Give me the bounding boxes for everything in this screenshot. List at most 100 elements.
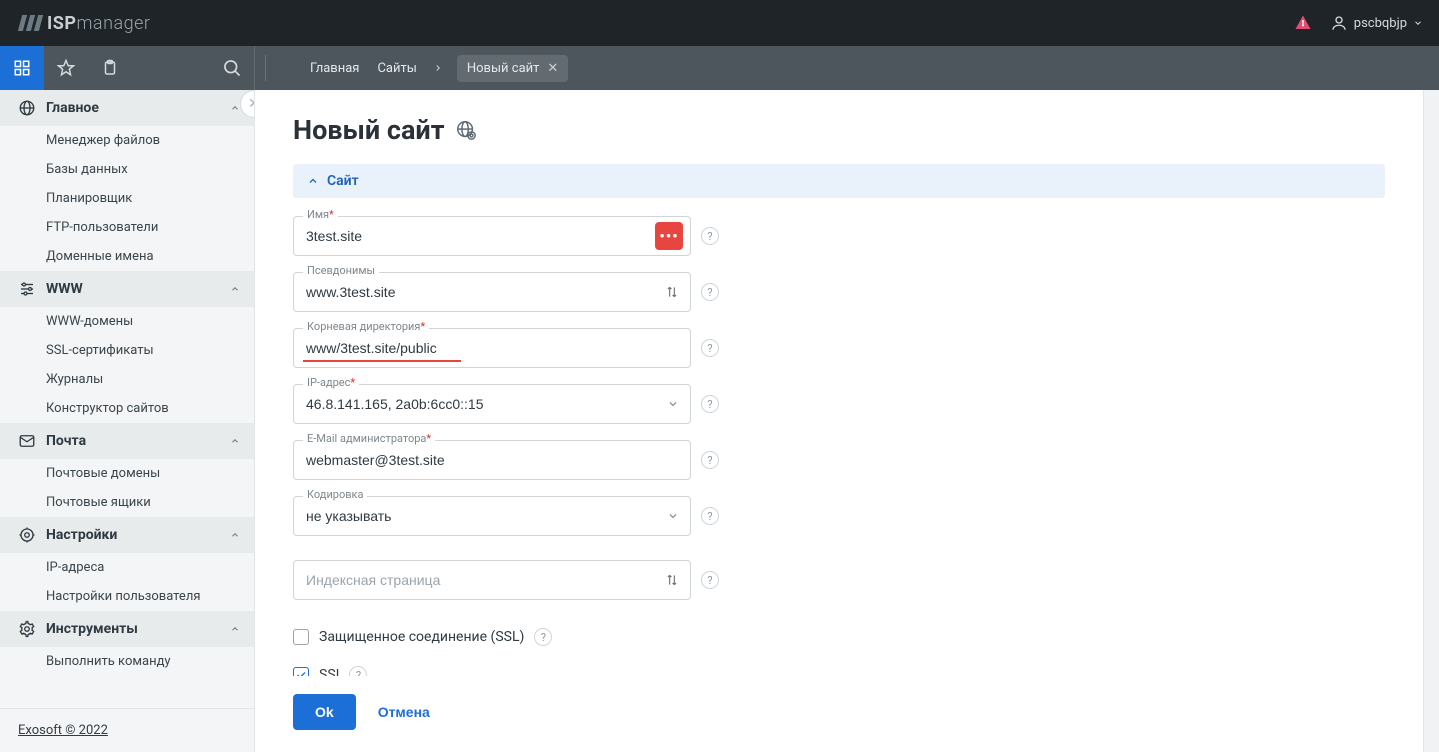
field-ip: IP-адрес* — [293, 384, 691, 424]
encoding-select[interactable] — [293, 496, 691, 536]
main-content: Новый сайт Сайт Имя* ••• ? Псевдонимы ? — [255, 90, 1423, 752]
sliders-icon — [18, 280, 36, 298]
user-icon — [1330, 14, 1348, 32]
dashboard-icon[interactable] — [0, 46, 44, 90]
sort-icon[interactable] — [665, 572, 679, 588]
breadcrumb-current-label: Новый сайт — [467, 61, 540, 76]
user-menu[interactable]: pscbqbjp — [1330, 14, 1423, 32]
chevron-up-icon — [230, 284, 240, 294]
search-icon[interactable] — [210, 46, 254, 90]
name-input[interactable] — [293, 216, 691, 256]
help-icon[interactable]: ? — [701, 395, 719, 413]
more-options-button[interactable]: ••• — [655, 222, 683, 250]
footer-link[interactable]: Exosoft © 2022 — [18, 723, 108, 738]
sidebar-group-www: WWW WWW-домены SSL-сертификаты Журналы К… — [0, 271, 254, 423]
sidebar-item-domains[interactable]: Доменные имена — [0, 242, 254, 271]
field-name: Имя* ••• — [293, 216, 691, 256]
toolbar-left — [0, 46, 255, 90]
field-encoding-row: Кодировка ? — [293, 496, 1385, 536]
validation-underline — [303, 360, 461, 362]
breadcrumbs: Главная Сайты Новый сайт ✕ — [276, 55, 568, 82]
sidebar-group-header-tools[interactable]: Инструменты — [0, 611, 254, 647]
sidebar-item-databases[interactable]: Базы данных — [0, 155, 254, 184]
layout: ✕ Главное Менеджер файлов Базы данных Пл… — [0, 90, 1439, 752]
breadcrumb-current-tab[interactable]: Новый сайт ✕ — [457, 55, 568, 82]
sidebar-group-main: Главное Менеджер файлов Базы данных План… — [0, 90, 254, 271]
cancel-button[interactable]: Отмена — [378, 704, 430, 720]
ok-button[interactable]: Ok — [293, 694, 356, 730]
field-email: E-Mail администратора* — [293, 440, 691, 480]
section-title: Сайт — [327, 173, 359, 189]
sidebar-item-runcmd[interactable]: Выполнить команду — [0, 647, 254, 676]
notification-icon[interactable] — [1294, 14, 1312, 32]
email-input[interactable] — [293, 440, 691, 480]
ip-select[interactable] — [293, 384, 691, 424]
breadcrumb-sites[interactable]: Сайты — [375, 57, 418, 80]
field-encoding: Кодировка — [293, 496, 691, 536]
ssl-row: Защищенное соединение (SSL) ? — [293, 628, 1385, 646]
field-aliases: Псевдонимы — [293, 272, 691, 312]
index-input[interactable] — [293, 560, 691, 600]
sidebar-group-header-settings[interactable]: Настройки — [0, 517, 254, 553]
sidebar-group-settings: Настройки IP-адреса Настройки пользовате… — [0, 517, 254, 611]
help-icon[interactable]: ? — [701, 339, 719, 357]
field-root-row: Корневая директория* ? — [293, 328, 1385, 368]
sidebar-item-logs[interactable]: Журналы — [0, 365, 254, 394]
ssl-label: Защищенное соединение (SSL) — [319, 629, 524, 645]
sidebar-item-usersettings[interactable]: Настройки пользователя — [0, 582, 254, 611]
help-icon[interactable]: ? — [701, 451, 719, 469]
help-icon[interactable]: ? — [701, 283, 719, 301]
sidebar-group-header-www[interactable]: WWW — [0, 271, 254, 307]
sidebar-group-header-mail[interactable]: Почта — [0, 423, 254, 459]
breadcrumb-home[interactable]: Главная — [308, 57, 361, 80]
sidebar-item-ssl[interactable]: SSL-сертификаты — [0, 336, 254, 365]
help-icon[interactable]: ? — [701, 227, 719, 245]
chevron-up-icon — [307, 175, 319, 187]
section-header[interactable]: Сайт — [293, 164, 1385, 198]
sidebar-scroll: Главное Менеджер файлов Базы данных План… — [0, 90, 254, 708]
root-input[interactable] — [293, 328, 691, 368]
field-name-row: Имя* ••• ? — [293, 216, 1385, 256]
chevron-up-icon — [230, 530, 240, 540]
globe-settings-icon — [455, 119, 477, 141]
gear-icon — [18, 620, 36, 638]
toolbar: Главная Сайты Новый сайт ✕ — [0, 46, 1439, 90]
sidebar-item-mailboxes[interactable]: Почтовые ящики — [0, 488, 254, 517]
chevron-up-icon — [230, 436, 240, 446]
sidebar-item-sitebuilder[interactable]: Конструктор сайтов — [0, 394, 254, 423]
header-right: pscbqbjp — [1294, 14, 1423, 32]
clipboard-icon[interactable] — [88, 46, 132, 90]
sidebar-item-filemanager[interactable]: Менеджер файлов — [0, 126, 254, 155]
favorites-icon[interactable] — [44, 46, 88, 90]
chevron-down-icon — [1413, 18, 1423, 28]
sidebar-item-scheduler[interactable]: Планировщик — [0, 184, 254, 213]
logo[interactable]: ISPmanager — [20, 13, 150, 34]
sidebar-group-header-main[interactable]: Главное — [0, 90, 254, 126]
sidebar: ✕ Главное Менеджер файлов Базы данных Пл… — [0, 90, 255, 752]
username: pscbqbjp — [1354, 16, 1407, 31]
field-index — [293, 560, 691, 600]
ssl-checkbox[interactable] — [293, 629, 309, 645]
help-icon[interactable]: ? — [701, 507, 719, 525]
chevron-right-icon — [433, 63, 443, 73]
field-root: Корневая директория* — [293, 328, 691, 368]
page-title-row: Новый сайт — [293, 114, 1385, 146]
chevron-up-icon — [230, 624, 240, 634]
logo-prefix: ISP — [47, 13, 76, 34]
sidebar-item-maildomains[interactable]: Почтовые домены — [0, 459, 254, 488]
action-bar: Ok Отмена — [293, 676, 1385, 752]
scrollbar-track[interactable] — [1423, 90, 1439, 752]
sidebar-item-www-domains[interactable]: WWW-домены — [0, 307, 254, 336]
sidebar-item-ip[interactable]: IP-адреса — [0, 553, 254, 582]
help-icon[interactable]: ? — [701, 571, 719, 589]
field-email-row: E-Mail администратора* ? — [293, 440, 1385, 480]
help-icon[interactable]: ? — [534, 628, 552, 646]
divider — [265, 55, 266, 81]
sidebar-item-ftp[interactable]: FTP-пользователи — [0, 213, 254, 242]
aliases-input[interactable] — [293, 272, 691, 312]
chevron-up-icon — [230, 103, 240, 113]
sort-icon[interactable] — [665, 284, 679, 300]
sidebar-group-mail: Почта Почтовые домены Почтовые ящики — [0, 423, 254, 517]
close-icon[interactable]: ✕ — [547, 61, 558, 76]
field-ip-row: IP-адрес* ? — [293, 384, 1385, 424]
